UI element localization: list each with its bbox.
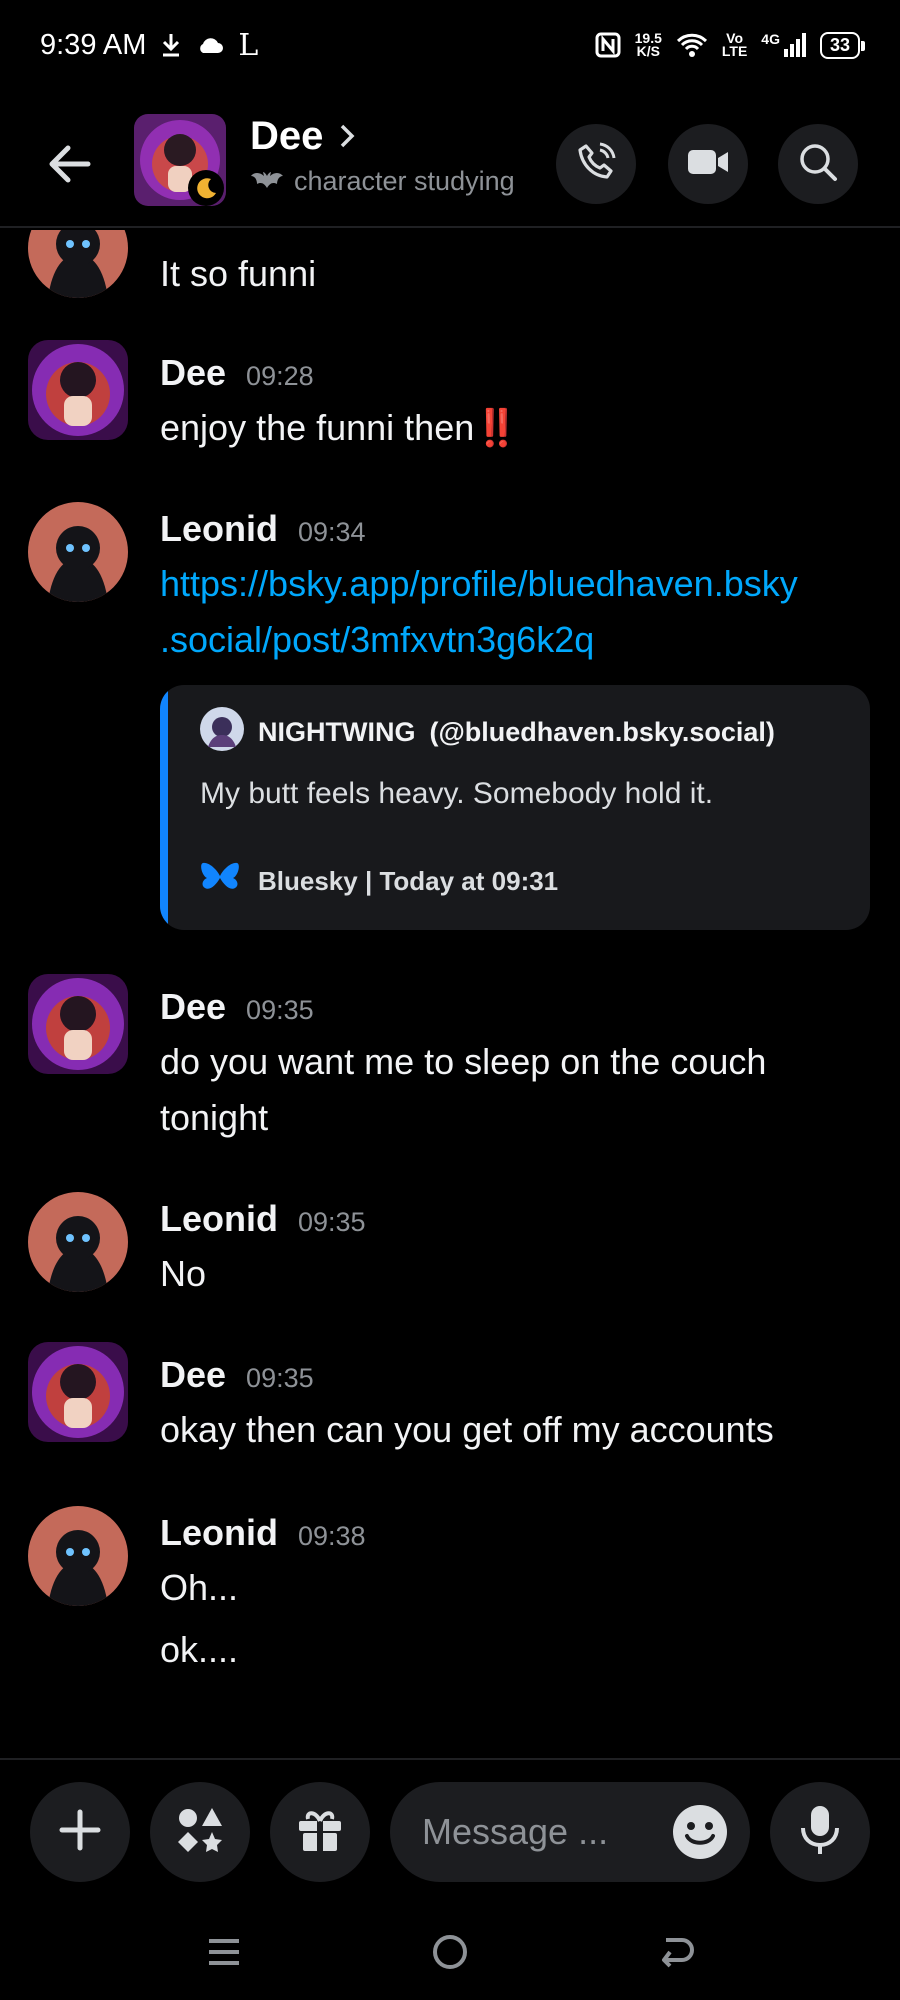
link-embed[interactable]: NIGHTWING (@bluedhaven.bsky.social) My b… — [160, 685, 870, 930]
phone-icon — [576, 142, 616, 187]
embed-description: My butt feels heavy. Somebody hold it. — [200, 777, 714, 810]
nfc-icon — [595, 32, 621, 58]
channel-name[interactable]: Dee — [250, 114, 355, 159]
message-timestamp: 09:34 — [297, 517, 366, 547]
avatar-leonid[interactable] — [28, 230, 128, 298]
bat-emoji-icon — [250, 166, 284, 197]
message-timestamp: 09:35 — [297, 1207, 366, 1237]
avatar-dee[interactable] — [28, 974, 128, 1074]
wifi-icon — [676, 32, 708, 58]
message-link[interactable]: https://bsky.app/profile/bluedhaven.bsky — [160, 556, 880, 612]
message-link[interactable]: .social/post/3mfxvtn3g6k2q — [160, 612, 880, 668]
video-call-button[interactable] — [668, 124, 748, 204]
embed-author[interactable]: NIGHTWING (@bluedhaven.bsky.social) — [200, 707, 775, 758]
emoji-icon[interactable] — [672, 1804, 728, 1860]
system-navigation-bar — [0, 1904, 900, 2000]
message-text: ok.... — [160, 1629, 239, 1670]
video-camera-icon — [686, 146, 730, 183]
embed-author-avatar — [200, 707, 244, 758]
message-input[interactable]: Message ... — [390, 1782, 750, 1882]
chevron-right-icon — [339, 114, 355, 159]
network-speed: 19.5 K/S — [634, 30, 662, 59]
message-list[interactable]: It so funni Dee 09:28 enjoy the funni the… — [0, 230, 900, 1760]
message-timestamp: 09:28 — [246, 361, 314, 391]
voice-message-button[interactable] — [770, 1782, 870, 1882]
avatar-leonid[interactable] — [28, 1506, 128, 1606]
message-text: It so funni — [160, 253, 317, 294]
volte-indicator: Vo LTE — [721, 30, 748, 59]
message-author[interactable]: Leonid 09:35 — [160, 1198, 366, 1240]
cell-signal-icon: 4G — [761, 32, 806, 57]
message-text: No — [160, 1253, 207, 1294]
message-author[interactable]: Dee 09:35 — [160, 1354, 314, 1396]
microphone-icon — [798, 1804, 842, 1861]
message-text: do you want me to sleep on the couch — [160, 1041, 767, 1082]
add-attachment-button[interactable] — [30, 1782, 130, 1882]
message-author[interactable]: Dee 09:35 — [160, 986, 314, 1028]
apps-icon — [174, 1804, 226, 1861]
avatar-dee[interactable] — [28, 1342, 128, 1442]
embed-footer: Bluesky | Today at 09:31 — [200, 860, 558, 903]
download-icon — [160, 32, 182, 58]
status-bar: 9:39 AM L 19.5 K/S Vo LTE 4G 33 — [0, 0, 900, 90]
voice-call-button[interactable] — [556, 124, 636, 204]
message-timestamp: 09:38 — [297, 1521, 366, 1551]
gift-button[interactable] — [270, 1782, 370, 1882]
avatar-leonid[interactable] — [28, 502, 128, 602]
message-timestamp: 09:35 — [246, 1363, 314, 1393]
message-timestamp: 09:35 — [246, 995, 314, 1025]
status-time: 9:39 AM — [40, 28, 147, 61]
status-app-glyph: L — [238, 27, 259, 63]
back-arrow-icon[interactable] — [42, 136, 98, 192]
battery-indicator: 33 — [819, 31, 866, 59]
search-icon — [798, 142, 838, 187]
message-input-placeholder: Message ... — [422, 1811, 609, 1852]
message-author[interactable]: Dee 09:28 — [160, 352, 314, 394]
chat-header: Dee character studying — [0, 100, 900, 228]
butterfly-icon — [200, 860, 240, 903]
message-text: Oh... — [160, 1567, 239, 1608]
apps-button[interactable] — [150, 1782, 250, 1882]
message-author[interactable]: Leonid 09:38 — [160, 1512, 366, 1554]
avatar-leonid[interactable] — [28, 1192, 128, 1292]
message-composer: Message ... — [0, 1758, 900, 1904]
home-icon[interactable] — [424, 1926, 476, 1978]
message-text: okay then can you get off my accounts — [160, 1409, 774, 1450]
gift-icon — [295, 1805, 345, 1860]
message-author[interactable]: Leonid 09:34 — [160, 508, 366, 550]
message-text: enjoy the funni then‼️ — [160, 407, 520, 448]
cloud-icon — [196, 35, 224, 55]
moon-status-icon — [188, 170, 224, 206]
search-button[interactable] — [778, 124, 858, 204]
avatar-dee[interactable] — [28, 340, 128, 440]
menu-icon[interactable] — [198, 1926, 250, 1978]
embed-accent-bar — [160, 685, 168, 930]
back-nav-icon[interactable] — [650, 1926, 702, 1978]
custom-status: character studying — [250, 166, 515, 197]
plus-icon — [56, 1806, 104, 1859]
message-text: tonight — [160, 1097, 269, 1138]
